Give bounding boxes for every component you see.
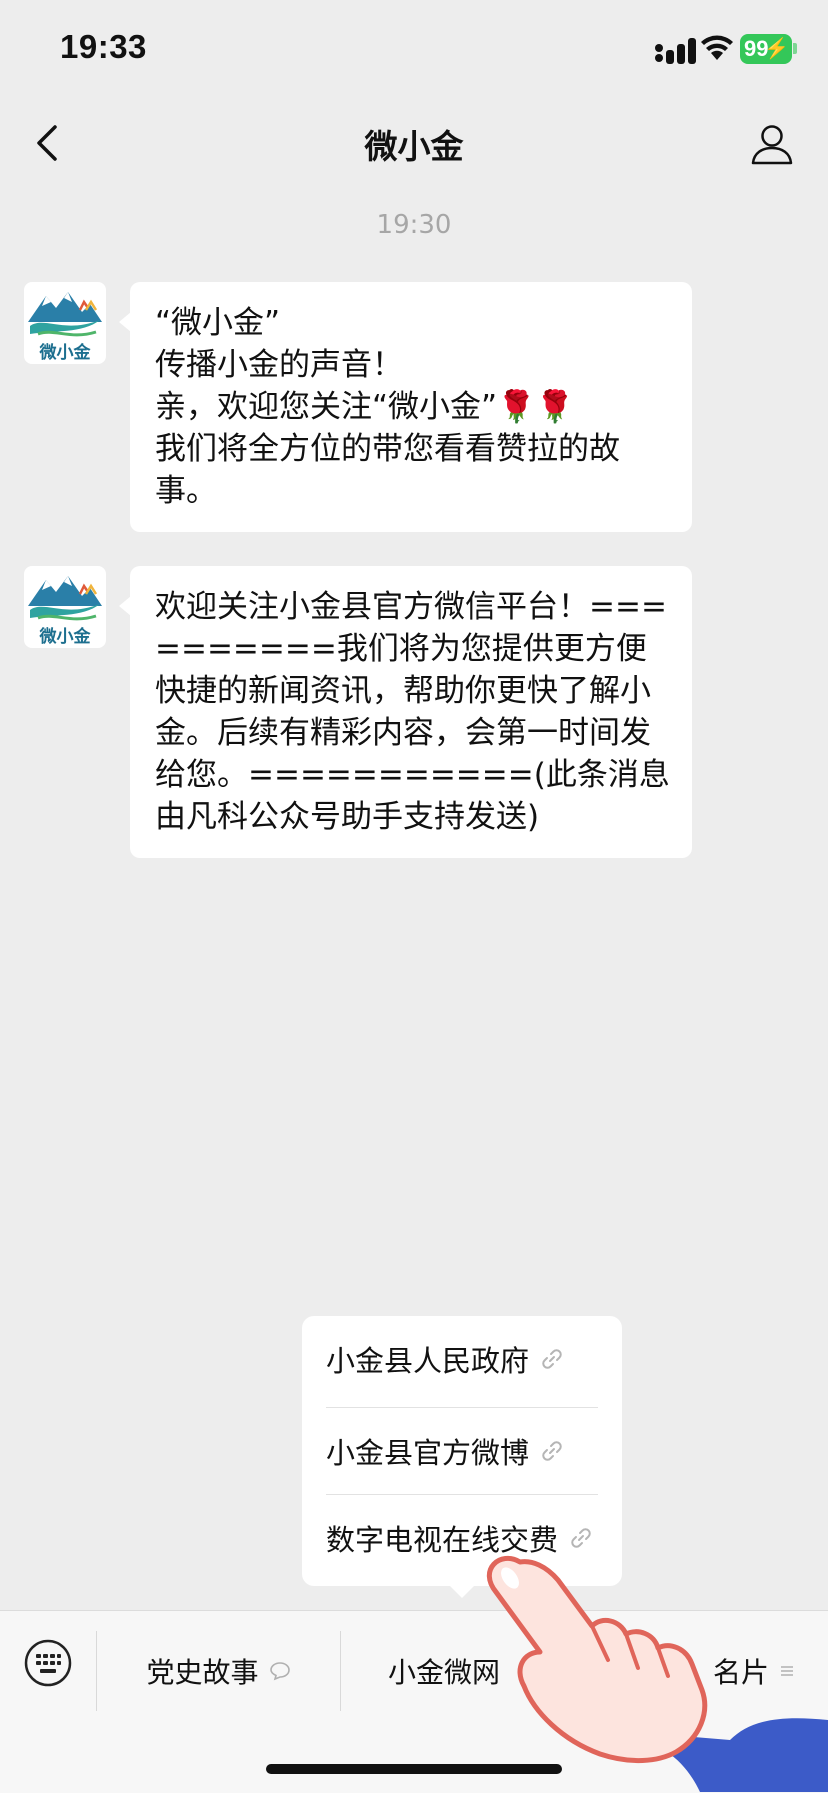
- keyboard-icon[interactable]: [24, 1639, 72, 1687]
- chat-timestamp: 19:30: [376, 210, 452, 240]
- status-bar: 19:33 99 ⚡: [0, 0, 828, 100]
- person-icon: [751, 125, 793, 165]
- battery-cap: [793, 43, 797, 54]
- page-title: 微小金: [364, 127, 464, 166]
- logo-icon: 微小金: [28, 576, 102, 647]
- submenu-item-government[interactable]: 小金县人民政府: [326, 1316, 598, 1402]
- message-bubble[interactable]: “微小金” 传播小金的声音！ 亲，欢迎您关注“微小金”🌹🌹 我们将全方位的带您看…: [119, 282, 692, 532]
- avatar[interactable]: 微小金: [24, 282, 106, 364]
- submenu-item-label: 小金县人民政府: [326, 1344, 530, 1378]
- submenu-item-label: 小金县官方微博: [326, 1436, 530, 1470]
- message-row: 微小金 “微小金” 传播小金的声音！ 亲，欢迎您关注“微小金”🌹🌹 我们将全方位…: [24, 282, 804, 532]
- battery-indicator: 99 ⚡: [740, 34, 792, 64]
- logo-icon: 微小金: [28, 292, 102, 363]
- home-indicator: [266, 1764, 562, 1774]
- nav-bar: 微小金: [0, 100, 828, 188]
- avatar[interactable]: 微小金: [24, 566, 106, 648]
- message-row: 微小金 欢迎关注小金县官方微信平台！==========我们将为您提供更方便快捷…: [24, 566, 804, 858]
- status-time: 19:33: [60, 28, 147, 65]
- pointing-hand-icon: [486, 1555, 828, 1792]
- menu-item-label: 党史故事: [146, 1656, 259, 1689]
- wifi-icon: [701, 35, 733, 60]
- chat-bubble-icon: [269, 1662, 290, 1681]
- avatar-caption: 微小金: [39, 342, 92, 363]
- profile-button[interactable]: [744, 116, 800, 172]
- menu-item-party-history[interactable]: 党史故事: [97, 1631, 340, 1711]
- submenu-item-weibo[interactable]: 小金县官方微博: [326, 1408, 598, 1494]
- cellular-signal-icon: [655, 38, 696, 64]
- link-icon: [542, 1349, 562, 1369]
- avatar-caption: 微小金: [39, 626, 92, 647]
- link-icon: [542, 1441, 562, 1461]
- charging-bolt-icon: ⚡: [764, 38, 789, 60]
- message-bubble[interactable]: 欢迎关注小金县官方微信平台！==========我们将为您提供更方便快捷的新闻资…: [119, 566, 692, 858]
